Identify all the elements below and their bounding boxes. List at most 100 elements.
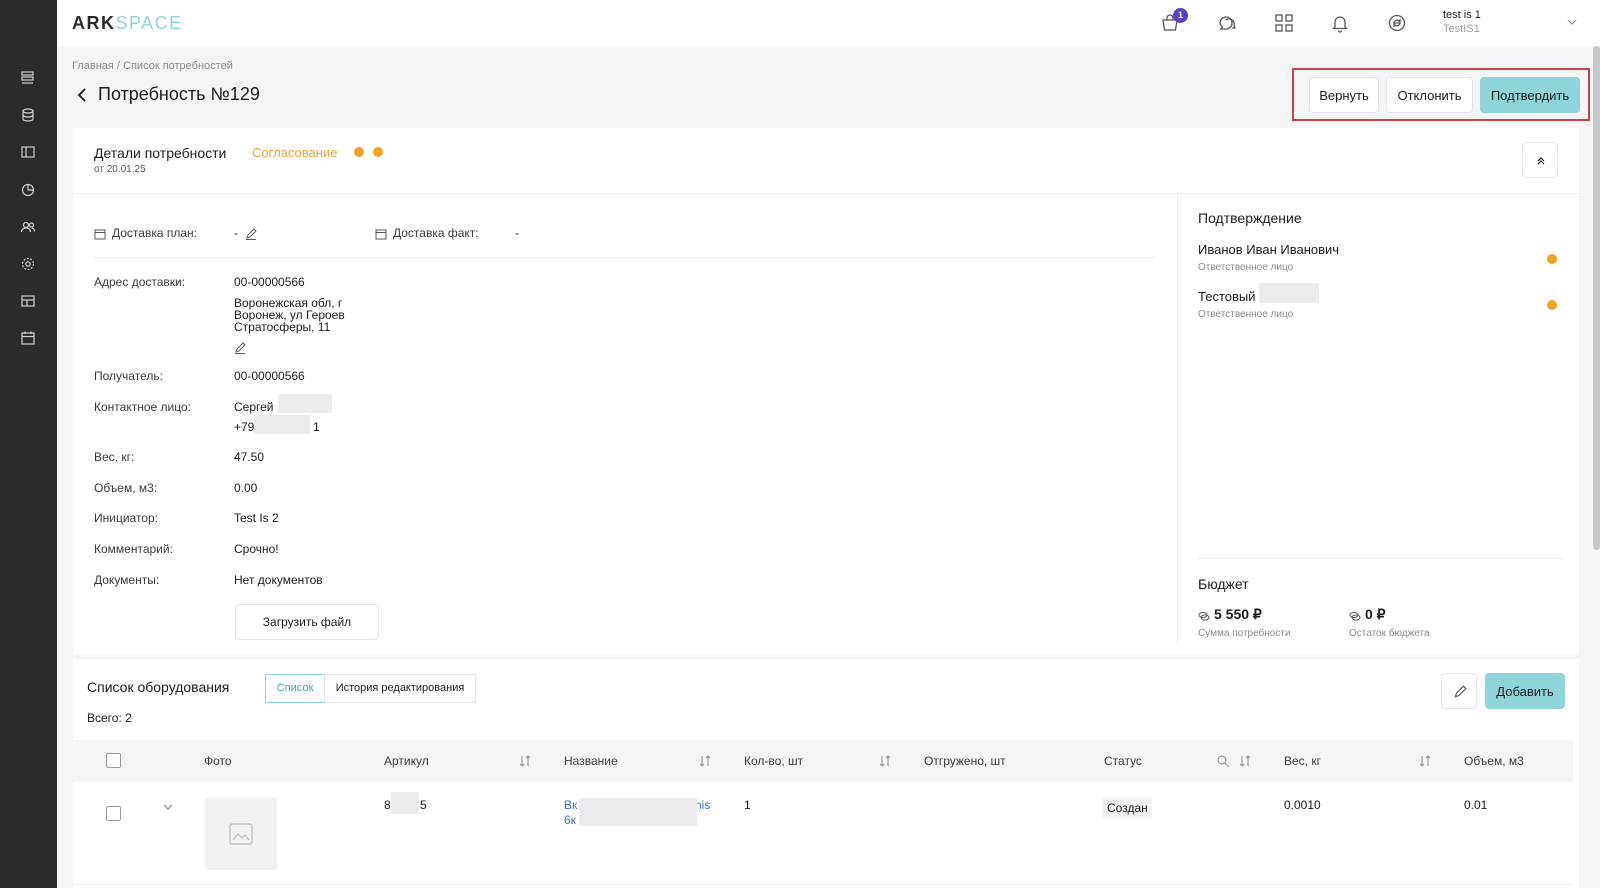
pencil-icon[interactable] (245, 227, 257, 240)
edit-button[interactable] (1441, 673, 1477, 709)
chevrons-up-icon (1537, 157, 1545, 165)
chat-icon[interactable] (1217, 13, 1237, 33)
redacted-block (391, 792, 419, 814)
confirmation-title: Подтверждение (1198, 210, 1302, 226)
chevron-down-icon[interactable] (162, 800, 174, 812)
approver-name: Тестовый (1198, 289, 1256, 304)
upload-file-button[interactable]: Загрузить файл (235, 604, 379, 640)
recipient-label: Получатель: (94, 369, 163, 383)
collapse-button[interactable] (1522, 142, 1558, 178)
row-checkbox[interactable] (106, 806, 121, 821)
redacted-block (579, 798, 697, 826)
column-header-article[interactable]: Артикул (384, 754, 429, 768)
image-placeholder-icon (229, 823, 253, 845)
contact-phone-end: 1 (313, 420, 320, 434)
budget-title: Бюджет (1198, 576, 1249, 592)
status-label: Согласование (252, 145, 338, 160)
logo-space: SPACE (115, 13, 183, 33)
breadcrumb[interactable]: Главная / Список потребностей (72, 60, 233, 72)
panel-icon[interactable] (20, 144, 36, 160)
weight-value: 0.0010 (1284, 798, 1321, 812)
database-icon[interactable] (20, 107, 36, 123)
approver-name: Иванов Иван Иванович (1198, 242, 1340, 257)
status-dot (354, 147, 364, 157)
details-date: от 20.01.25 (94, 164, 146, 175)
users-icon[interactable] (20, 219, 36, 235)
item-photo[interactable] (205, 798, 277, 870)
column-header-weight[interactable]: Вес, кг (1284, 754, 1321, 768)
divider (1198, 558, 1563, 559)
confirm-button[interactable]: Подтвердить (1480, 77, 1580, 113)
add-button[interactable]: Добавить (1485, 673, 1565, 709)
reject-button[interactable]: Отклонить (1386, 77, 1473, 113)
weight-label: Вес, кг: (94, 450, 135, 464)
comment-value: Срочно! (234, 542, 279, 556)
coins-icon (1349, 609, 1361, 621)
column-header-shipped: Отгружено, шт (924, 754, 1006, 768)
logo[interactable]: ARKSPACE (72, 13, 183, 34)
equipment-title: Список оборудования (87, 679, 230, 695)
documents-label: Документы: (94, 573, 160, 587)
article-start: 8 (384, 798, 391, 812)
sync-icon[interactable] (1387, 13, 1407, 33)
settings-icon[interactable] (20, 256, 36, 272)
select-all-checkbox[interactable] (106, 753, 121, 768)
cart-count-badge: 1 (1173, 8, 1188, 23)
contact-phone-start: +79 (234, 420, 255, 434)
approver-status-dot (1547, 254, 1557, 264)
quantity-value: 1 (744, 798, 751, 812)
sort-icon[interactable] (1238, 754, 1252, 768)
page-title: Потребность №129 (98, 84, 260, 104)
divider (94, 257, 1157, 258)
delivery-plan-label: Доставка план: (112, 226, 198, 240)
search-icon[interactable] (1216, 754, 1230, 768)
details-title: Детали потребности (94, 145, 227, 161)
column-header-status[interactable]: Статус (1104, 754, 1142, 768)
initiator-label: Инициатор: (94, 511, 158, 525)
documents-value: Нет документов (234, 573, 323, 587)
item-name-link[interactable]: Вк (564, 798, 577, 812)
sort-icon[interactable] (698, 754, 712, 768)
scrollbar[interactable] (1593, 46, 1600, 550)
address-code: 00-00000566 (234, 275, 305, 289)
sort-icon[interactable] (878, 754, 892, 768)
column-header-quantity[interactable]: Кол-во, шт (744, 754, 803, 768)
item-name-link[interactable]: nis (695, 798, 710, 812)
top-bar: ARKSPACE (57, 0, 1600, 46)
contact-label: Контактное лицо: (94, 400, 191, 414)
redacted-block (278, 394, 332, 413)
divider (73, 193, 1579, 194)
calendar-icon (94, 227, 106, 240)
divider (1177, 193, 1178, 643)
tab-list[interactable]: Список (265, 674, 325, 703)
coins-icon (1198, 609, 1210, 621)
volume-label: Объем, м3: (94, 481, 158, 495)
table-header (73, 740, 1573, 782)
chart-pie-icon[interactable] (20, 182, 36, 198)
item-name-link[interactable]: 6к (564, 813, 576, 827)
apps-grid-icon[interactable] (1274, 13, 1294, 33)
column-header-name[interactable]: Название (564, 754, 618, 768)
chevron-down-icon[interactable] (1566, 15, 1578, 27)
volume-value: 0.00 (234, 481, 258, 495)
budget-rest-label: Остаток бюджета (1349, 628, 1430, 639)
address-label: Адрес доставки: (94, 275, 186, 289)
sort-icon[interactable] (518, 754, 532, 768)
recipient-value: 00-00000566 (234, 369, 305, 383)
budget-rest-value: 0 ₽ (1365, 606, 1386, 622)
back-arrow-icon[interactable] (76, 87, 90, 103)
catalog-icon[interactable] (20, 293, 36, 309)
sort-icon[interactable] (1418, 754, 1432, 768)
tab-edit-history[interactable]: История редактирования (324, 674, 476, 703)
approver-role: Ответственное лицо (1198, 309, 1294, 320)
return-button[interactable]: Вернуть (1309, 77, 1379, 113)
user-name[interactable]: test is 1 (1443, 9, 1481, 21)
column-header-volume: Объем, м3 (1464, 754, 1524, 768)
pencil-icon[interactable] (234, 341, 246, 354)
budget-sum-value: 5 550 ₽ (1214, 606, 1262, 622)
bell-icon[interactable] (1330, 13, 1350, 33)
calendar-icon[interactable] (20, 330, 36, 346)
article-end: 5 (420, 798, 427, 812)
comment-label: Комментарий: (94, 542, 173, 556)
list-icon[interactable] (20, 70, 36, 86)
